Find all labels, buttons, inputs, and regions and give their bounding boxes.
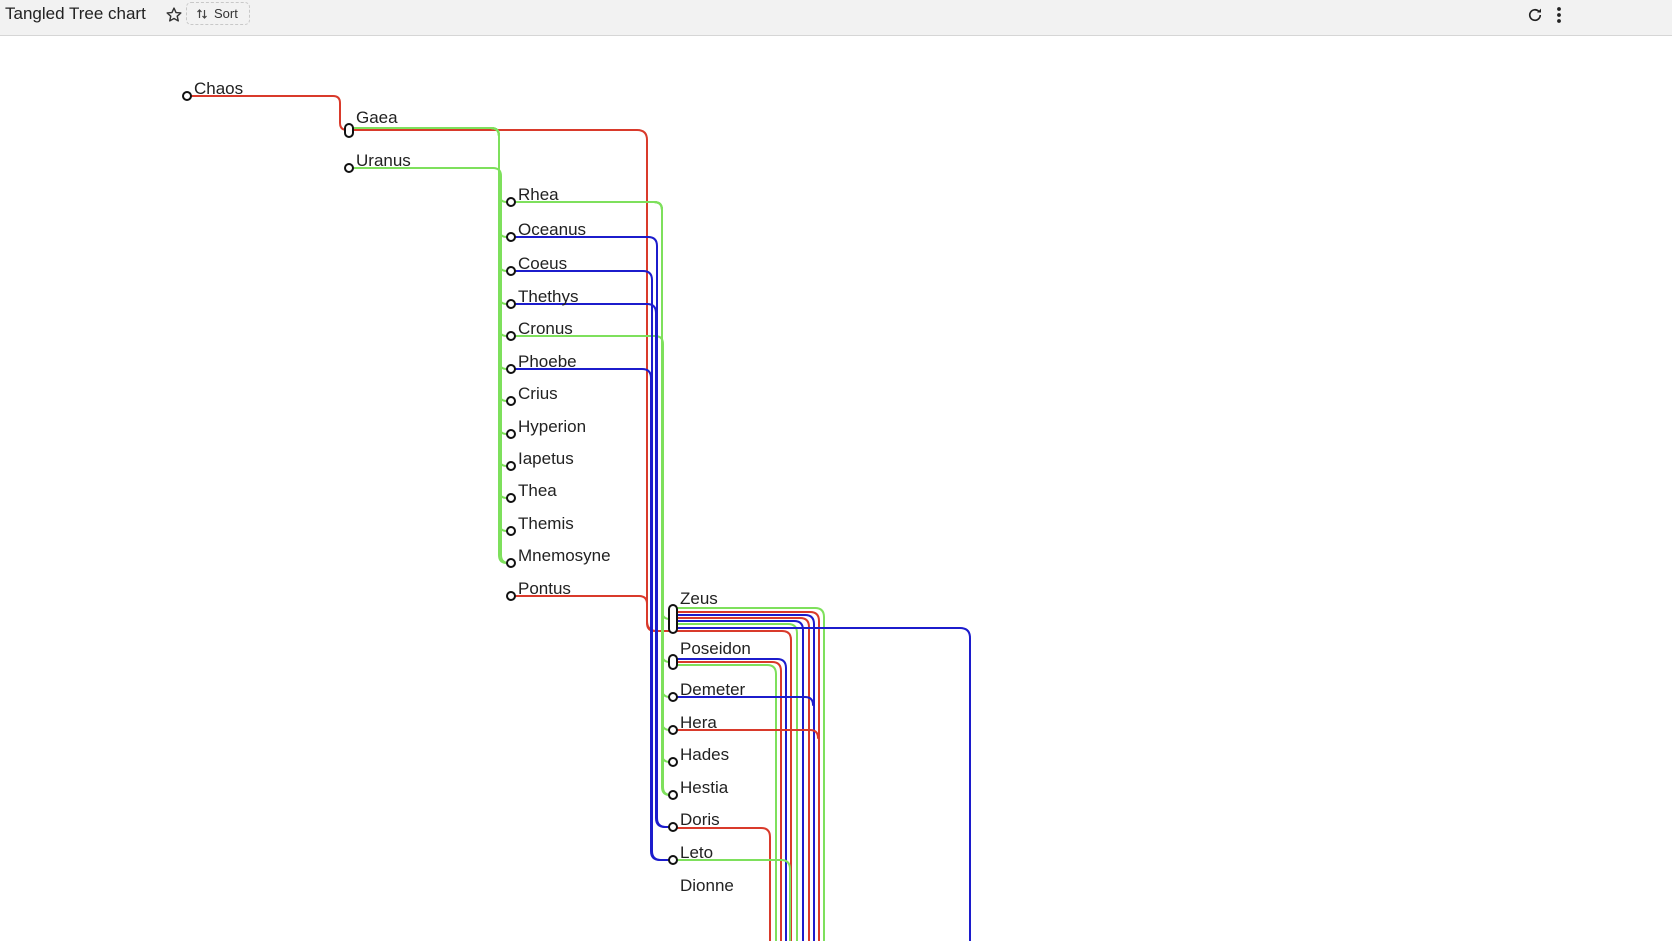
node-doris[interactable] — [668, 822, 678, 832]
tangled-tree-chart: Chaos Gaea Uranus Rhea Oceanus Coeus Thethys Cr… — [182, 79, 971, 941]
node-label-gaea: Gaea — [356, 108, 398, 127]
node-demeter[interactable] — [668, 692, 678, 702]
node-label-hestia: Hestia — [680, 778, 729, 797]
link — [348, 127, 512, 435]
node-mnemosyne[interactable] — [506, 558, 516, 568]
page-title: Tangled Tree chart — [5, 4, 146, 23]
node-label-zeus: Zeus — [680, 589, 718, 608]
link — [672, 664, 777, 941]
node-oceanus[interactable] — [506, 232, 516, 242]
node-themis[interactable] — [506, 526, 516, 536]
sort-arrows-icon — [196, 8, 208, 20]
link — [348, 167, 512, 564]
node-label-thethys: Thethys — [518, 287, 578, 306]
node-label-hades: Hades — [680, 745, 729, 764]
node-label-doris: Doris — [680, 810, 720, 829]
node-thethys[interactable] — [506, 299, 516, 309]
link — [672, 859, 791, 941]
link — [348, 127, 512, 272]
star-icon[interactable] — [164, 5, 184, 25]
node-iapetus[interactable] — [506, 461, 516, 471]
node-label-chaos: Chaos — [194, 79, 243, 98]
node-label-iapetus: Iapetus — [518, 449, 574, 468]
node-phoebe[interactable] — [506, 364, 516, 374]
node-label-themis: Themis — [518, 514, 574, 533]
node-thea[interactable] — [506, 493, 516, 503]
node-leto[interactable] — [668, 855, 678, 865]
link — [348, 127, 512, 238]
sort-button-label: Sort — [214, 6, 238, 21]
node-label-uranus: Uranus — [356, 151, 411, 170]
node-label-demeter: Demeter — [680, 680, 746, 699]
node-label-dionne: Dionne — [680, 876, 734, 895]
node-label-crius: Crius — [518, 384, 558, 403]
node-poseidon[interactable] — [668, 654, 678, 670]
link — [348, 127, 512, 467]
node-label-coeus: Coeus — [518, 254, 567, 273]
node-label-hera: Hera — [680, 713, 717, 732]
link — [348, 127, 512, 532]
node-chaos[interactable] — [182, 91, 192, 101]
link — [348, 127, 512, 499]
node-hera[interactable] — [668, 725, 678, 735]
link — [510, 335, 674, 796]
node-label-thea: Thea — [518, 481, 557, 500]
node-pontus[interactable] — [506, 591, 516, 601]
node-coeus[interactable] — [506, 266, 516, 276]
node-uranus[interactable] — [344, 163, 354, 173]
node-hades[interactable] — [668, 757, 678, 767]
top-toolbar: Tangled Tree chart Sort — [0, 0, 1672, 36]
node-rhea[interactable] — [506, 197, 516, 207]
node-gaea[interactable] — [344, 123, 354, 138]
link — [510, 368, 674, 861]
node-label-phoebe: Phoebe — [518, 352, 577, 371]
link — [672, 661, 782, 941]
link — [510, 303, 674, 828]
node-label-mnemosyne: Mnemosyne — [518, 546, 611, 565]
link — [186, 95, 350, 131]
node-label-leto: Leto — [680, 843, 713, 862]
node-label-rhea: Rhea — [518, 185, 559, 204]
node-hyperion[interactable] — [506, 429, 516, 439]
node-label-cronus: Cronus — [518, 319, 573, 338]
node-hestia[interactable] — [668, 790, 678, 800]
node-label-oceanus: Oceanus — [518, 220, 586, 239]
node-label-hyperion: Hyperion — [518, 417, 586, 436]
node-label-pontus: Pontus — [518, 579, 571, 598]
node-crius[interactable] — [506, 396, 516, 406]
sort-button[interactable]: Sort — [186, 2, 250, 25]
more-vert-icon[interactable] — [1552, 4, 1566, 26]
refresh-icon[interactable] — [1524, 4, 1546, 26]
node-cronus[interactable] — [506, 331, 516, 341]
link — [348, 127, 512, 564]
node-label-poseidon: Poseidon — [680, 639, 751, 658]
node-zeus[interactable] — [668, 604, 678, 634]
